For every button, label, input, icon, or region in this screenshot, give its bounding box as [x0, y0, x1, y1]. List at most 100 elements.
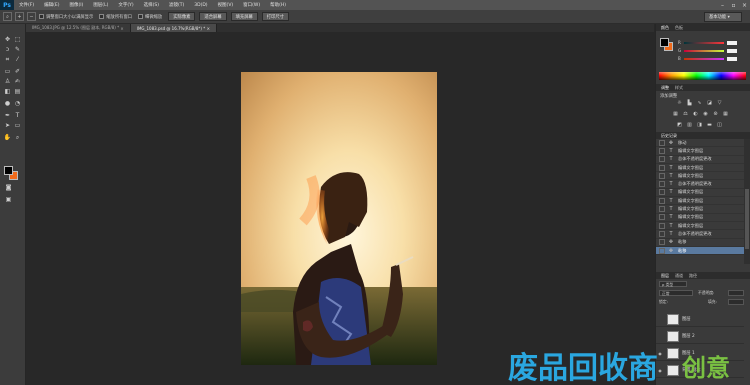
layer-row[interactable]: 图层: [656, 312, 744, 327]
history-snapshot-box[interactable]: [659, 239, 665, 246]
history-row[interactable]: T 编辑文字图层: [656, 164, 744, 173]
color-balance-icon[interactable]: ⚖: [682, 111, 689, 118]
tab-layers[interactable]: 图层: [658, 273, 672, 279]
layer-filter-select[interactable]: ρ 类型: [659, 281, 687, 287]
history-row[interactable]: ✥ 移动: [656, 139, 744, 148]
history-snapshot-box[interactable]: [659, 189, 665, 196]
history-snapshot-box[interactable]: [659, 156, 665, 163]
type-tool-icon[interactable]: T: [13, 112, 22, 120]
brightness-icon[interactable]: ☼: [676, 100, 683, 107]
maximize-icon[interactable]: ▫: [728, 0, 739, 10]
invert-icon[interactable]: ◩: [676, 122, 683, 129]
fit-screen-button[interactable]: 适合屏幕: [199, 12, 227, 21]
history-row[interactable]: T 编辑文字图层: [656, 214, 744, 222]
pen-tool-icon[interactable]: ✒: [3, 112, 12, 120]
fill-input[interactable]: [728, 299, 744, 305]
marquee-tool-icon[interactable]: ⬚: [13, 36, 22, 44]
color-spectrum[interactable]: [659, 72, 746, 80]
history-row[interactable]: T 总体不透明度更改: [656, 180, 744, 189]
tab-channels[interactable]: 通道: [672, 273, 686, 279]
tab-history[interactable]: 历史记录: [658, 133, 680, 139]
menu-file[interactable]: 文件(F): [14, 2, 39, 8]
move-tool-icon[interactable]: ✥: [3, 36, 12, 44]
history-snapshot-box[interactable]: [659, 139, 665, 146]
lasso-tool-icon[interactable]: ↄ: [3, 46, 12, 54]
history-row[interactable]: ✥ 粘移: [656, 246, 744, 256]
tab-adjustments[interactable]: 调整: [658, 85, 672, 91]
history-snapshot-box[interactable]: [659, 172, 665, 179]
print-size-button[interactable]: 打印尺寸: [261, 12, 289, 21]
color-lookup-icon[interactable]: ▦: [722, 111, 729, 118]
menu-type[interactable]: 文字(Y): [113, 2, 138, 8]
history-snapshot-box[interactable]: [659, 206, 665, 213]
canvas-area[interactable]: [26, 32, 654, 385]
quick-select-tool-icon[interactable]: ✎: [13, 46, 22, 54]
selective-color-icon[interactable]: ◫: [716, 122, 723, 129]
black-white-icon[interactable]: ◐: [692, 111, 699, 118]
opacity-input[interactable]: [728, 290, 744, 296]
close-icon[interactable]: ×: [207, 26, 210, 31]
minimize-icon[interactable]: –: [717, 0, 728, 10]
fill-screen-button[interactable]: 填充屏幕: [230, 12, 258, 21]
actual-pixels-button[interactable]: 实际像素: [168, 12, 196, 21]
menu-image[interactable]: 图像(I): [64, 2, 88, 8]
scrubby-zoom-checkbox[interactable]: 细微缩放: [138, 14, 162, 20]
red-value[interactable]: [727, 40, 737, 45]
green-value[interactable]: [727, 48, 737, 53]
green-track[interactable]: [684, 49, 724, 52]
foreground-color-swatch[interactable]: [4, 166, 13, 175]
zoom-tool-icon[interactable]: ⌕: [13, 134, 22, 142]
blue-value[interactable]: [727, 56, 737, 61]
hand-tool-icon[interactable]: ✋: [3, 134, 12, 142]
curves-icon[interactable]: ∿: [696, 100, 703, 107]
red-track[interactable]: [684, 41, 724, 44]
eraser-tool-icon[interactable]: ◧: [3, 88, 12, 96]
healing-brush-tool-icon[interactable]: ▭: [3, 68, 12, 76]
history-row[interactable]: T 总体不透明度更改: [656, 156, 744, 164]
tab-psd-document[interactable]: IMG_1083.psd @ 16.7%(RGB/8*) * ×: [130, 24, 217, 32]
menu-filter[interactable]: 滤镜(T): [164, 2, 189, 8]
blue-slider[interactable]: B: [678, 56, 746, 61]
photo-filter-icon[interactable]: ◉: [702, 111, 709, 118]
tab-jpg-document[interactable]: IMG_1083.JPG @ 12.5% (图层 副本, RGB/8) * ×: [26, 24, 131, 32]
history-snapshot-box[interactable]: [659, 247, 665, 254]
history-row[interactable]: ✥ 粘移: [656, 239, 744, 247]
tab-styles[interactable]: 样式: [672, 85, 686, 91]
blend-mode-select[interactable]: 正常: [659, 290, 693, 296]
quick-mask-icon[interactable]: ◙: [4, 184, 13, 192]
history-snapshot-box[interactable]: [659, 197, 665, 204]
history-row[interactable]: T 编辑文字图层: [656, 222, 744, 231]
history-row[interactable]: T 编辑文字图层: [656, 172, 744, 181]
tab-color[interactable]: 颜色: [658, 25, 672, 31]
zoom-in-icon[interactable]: +: [15, 12, 24, 21]
menu-window[interactable]: 窗口(W): [238, 2, 265, 8]
screen-mode-icon[interactable]: ▣: [4, 196, 13, 204]
brush-tool-icon[interactable]: ✐: [13, 68, 22, 76]
menu-layer[interactable]: 图层(L): [88, 2, 113, 8]
clone-stamp-tool-icon[interactable]: ♙: [3, 78, 12, 86]
blur-tool-icon[interactable]: ●: [3, 100, 12, 108]
shape-tool-icon[interactable]: ▭: [13, 122, 22, 130]
history-snapshot-box[interactable]: [659, 164, 665, 171]
panel-foreground-swatch[interactable]: [660, 38, 669, 47]
history-scroll-thumb[interactable]: [745, 189, 749, 249]
photo-image[interactable]: [241, 72, 437, 365]
history-snapshot-box[interactable]: [659, 230, 665, 237]
channel-mixer-icon[interactable]: ⊛: [712, 111, 719, 118]
resize-windows-checkbox[interactable]: 调整窗口大小以满屏显示: [39, 14, 93, 20]
history-row[interactable]: T 编辑文字图层: [656, 205, 744, 214]
levels-icon[interactable]: ▙: [686, 100, 693, 107]
menu-select[interactable]: 选择(S): [139, 2, 164, 8]
history-scrollbar[interactable]: [744, 139, 750, 264]
gradient-map-icon[interactable]: ▬: [706, 122, 713, 129]
dodge-tool-icon[interactable]: ◔: [13, 100, 22, 108]
history-brush-tool-icon[interactable]: ✍: [13, 78, 22, 86]
red-slider[interactable]: R: [678, 40, 746, 45]
zoom-out-icon[interactable]: −: [27, 12, 36, 21]
workspace-select[interactable]: 基本功能 ▾: [704, 12, 742, 22]
tab-paths[interactable]: 路径: [686, 273, 700, 279]
crop-tool-icon[interactable]: ⌗: [3, 56, 12, 64]
green-slider[interactable]: G: [678, 48, 746, 53]
menu-edit[interactable]: 编辑(E): [39, 2, 64, 8]
blue-track[interactable]: [684, 57, 724, 60]
